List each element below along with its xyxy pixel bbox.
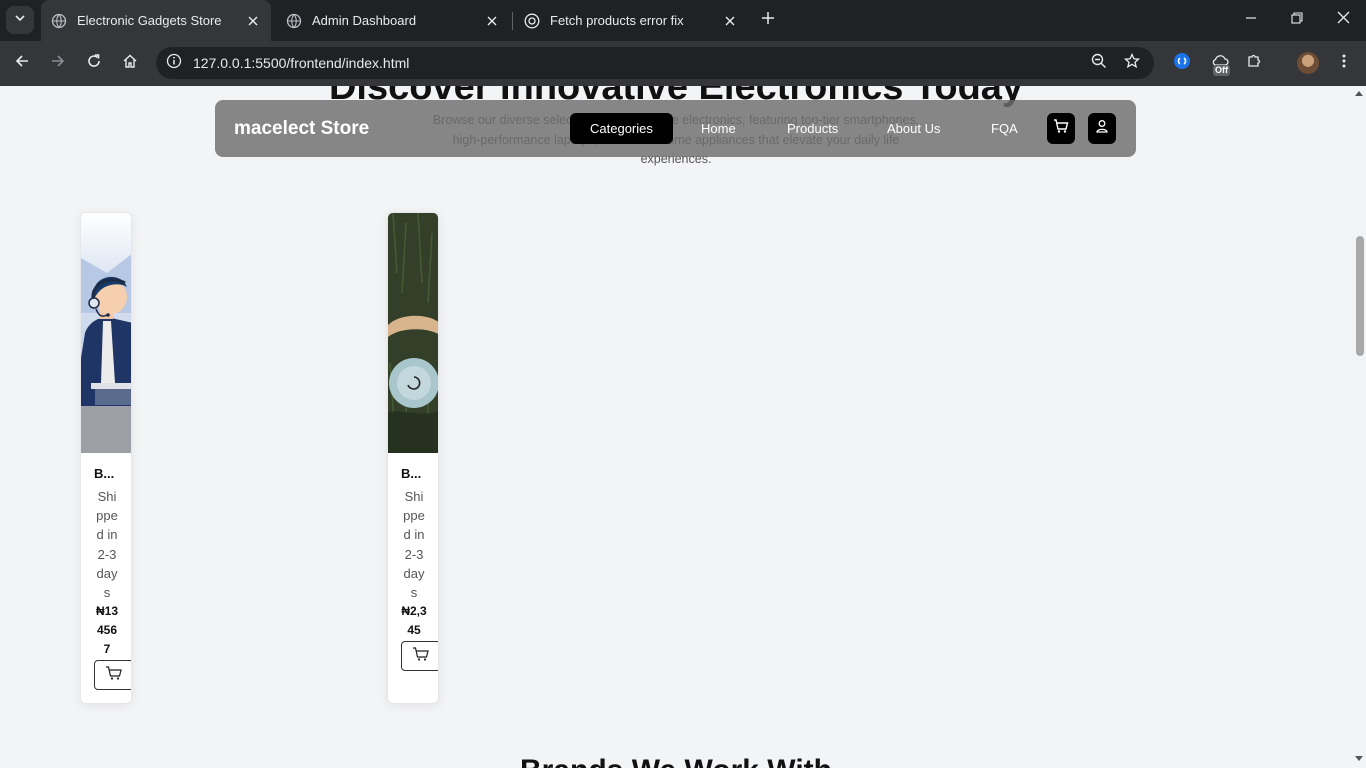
user-icon [1095, 119, 1109, 138]
scroll-up-arrow[interactable] [1355, 91, 1363, 96]
product-image-headphones [388, 213, 438, 453]
extension-off-badge: Off [1213, 65, 1230, 76]
address-bar[interactable]: 127.0.0.1:5500/frontend/index.html [156, 47, 1154, 79]
nav-link-fqa[interactable]: FQA [991, 121, 1018, 136]
close-window-button[interactable] [1325, 5, 1361, 35]
browser-menu-button[interactable] [1330, 49, 1358, 77]
tab-title: Electronic Gadgets Store [77, 13, 222, 28]
cart-icon [105, 665, 123, 686]
home-button[interactable] [116, 49, 144, 77]
product-price: ₦2,345 [401, 604, 427, 638]
restore-icon [1291, 11, 1303, 29]
minimize-button[interactable] [1233, 5, 1269, 35]
tab-admin-dashboard[interactable]: Admin Dashboard [276, 5, 510, 36]
cart-icon [1053, 118, 1069, 139]
browser-toolbar: 127.0.0.1:5500/frontend/index.html [0, 41, 1366, 86]
tab-title: Admin Dashboard [312, 13, 417, 28]
nav-link-products[interactable]: Products [787, 121, 838, 136]
globe-icon [286, 13, 302, 29]
product-name: B... [94, 466, 115, 481]
back-button[interactable] [8, 49, 36, 77]
zoom-out-icon [1091, 53, 1107, 74]
minimize-icon [1245, 11, 1257, 29]
restore-button[interactable] [1279, 5, 1315, 35]
brand-logo[interactable]: macelect Store [234, 118, 369, 140]
plus-icon [761, 11, 775, 30]
arrow-right-icon [50, 53, 66, 74]
tab-strip: Electronic Gadgets Store Admin Dashboard… [0, 0, 1366, 41]
more-vertical-icon [1342, 53, 1346, 74]
reload-button[interactable] [80, 49, 108, 77]
product-shipping: Shipped in 2-3 days [96, 489, 118, 601]
scroll-down-arrow[interactable] [1355, 756, 1363, 761]
site-navbar: macelect Store Categories Home Products … [215, 100, 1136, 157]
home-icon [122, 53, 138, 74]
close-icon[interactable] [484, 13, 500, 29]
globe-icon [51, 13, 67, 29]
page-viewport: Discover Innovative Electronics Today Br… [0, 86, 1352, 768]
puzzle-icon [1246, 53, 1262, 74]
nav-link-home[interactable]: Home [701, 121, 736, 136]
site-info-button[interactable] [162, 51, 186, 75]
extensions-button[interactable] [1240, 49, 1268, 77]
account-button[interactable] [1088, 113, 1116, 144]
profile-avatar[interactable] [1297, 52, 1319, 74]
add-to-cart-button[interactable] [401, 641, 438, 671]
zoom-button[interactable] [1087, 51, 1111, 75]
product-card[interactable]: B... Shipped in 2-3 days ₦2,345 [387, 212, 439, 704]
arrow-left-icon [14, 53, 30, 74]
scrollbar-thumb[interactable] [1356, 236, 1364, 356]
url-text: 127.0.0.1:5500/frontend/index.html [193, 55, 410, 71]
close-icon[interactable] [245, 13, 261, 29]
product-card[interactable]: B... Shipped in 2-3 days ₦134567 [80, 212, 132, 704]
tab-fetch-products-error-fix[interactable]: Fetch products error fix [514, 5, 748, 36]
page-scrollbar[interactable] [1352, 86, 1366, 768]
forward-button[interactable] [44, 49, 72, 77]
bookmark-button[interactable] [1120, 51, 1144, 75]
close-icon [1337, 11, 1350, 29]
brands-section-title: Brands We Work With [0, 754, 1352, 768]
product-image-support-agent [81, 213, 131, 453]
cart-icon [412, 646, 430, 667]
product-name: B... [401, 466, 422, 481]
nav-link-categories[interactable]: Categories [570, 113, 673, 144]
chatgpt-icon [524, 13, 540, 29]
star-icon [1123, 52, 1141, 74]
tab-electronic-gadgets-store[interactable]: Electronic Gadgets Store [41, 0, 271, 41]
chevron-down-icon [14, 11, 26, 29]
close-icon[interactable] [722, 13, 738, 29]
shazam-extension-button[interactable] [1168, 49, 1196, 77]
tab-search-button[interactable] [6, 6, 34, 34]
tab-title: Fetch products error fix [550, 13, 684, 28]
info-icon [166, 53, 182, 74]
product-shipping: Shipped in 2-3 days [403, 489, 425, 601]
tab-divider [512, 12, 513, 30]
new-tab-button[interactable] [757, 9, 779, 31]
add-to-cart-button[interactable] [94, 660, 131, 690]
product-price: ₦134567 [95, 604, 118, 657]
nav-link-about-us[interactable]: About Us [887, 121, 940, 136]
reload-icon [86, 53, 102, 74]
shazam-icon [1173, 52, 1191, 75]
cart-button[interactable] [1047, 113, 1075, 144]
